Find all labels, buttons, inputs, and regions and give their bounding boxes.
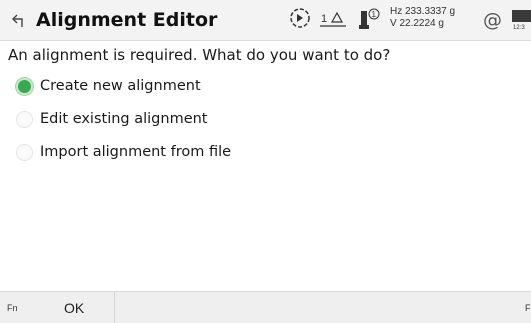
fn-key-left[interactable]: Fn	[7, 303, 18, 313]
option-create-new-alignment[interactable]: Create new alignment	[16, 74, 416, 100]
prism-icon[interactable]: 1	[320, 10, 348, 30]
target-search-icon[interactable]	[289, 7, 311, 29]
radio-button[interactable]	[16, 111, 33, 128]
option-label: Create new alignment	[40, 78, 201, 94]
ok-label: OK	[64, 300, 85, 316]
option-label: Import alignment from file	[40, 144, 232, 160]
option-label: Edit existing alignment	[40, 111, 208, 127]
option-edit-existing-alignment[interactable]: Edit existing alignment	[16, 107, 416, 133]
radio-button-selected[interactable]	[16, 78, 33, 95]
hz-angle: Hz 233.3337 g	[390, 6, 456, 17]
title-bar: Alignment Editor 1 1 Hz 233.3337 g V 22.…	[0, 0, 531, 41]
face-number: 1	[372, 10, 377, 19]
prompt-question: An alignment is required. What do you wa…	[8, 46, 391, 64]
instrument-face-icon[interactable]: 1	[356, 7, 382, 33]
at-icon[interactable]: @	[483, 9, 502, 31]
option-import-alignment-from-file[interactable]: Import alignment from file	[16, 140, 416, 166]
angle-readout: Hz 233.3337 g V 22.2224 g	[390, 6, 455, 30]
battery-icon	[512, 10, 531, 22]
back-icon[interactable]	[10, 11, 28, 29]
page-title: Alignment Editor	[36, 9, 218, 31]
v-angle: V 22.2224 g	[390, 18, 444, 29]
fn-key-right[interactable]: F	[525, 303, 531, 313]
radio-button[interactable]	[16, 144, 33, 161]
prism-constant: 1	[321, 13, 327, 25]
ok-button[interactable]: OK	[36, 292, 115, 323]
clock: 12:3	[513, 25, 525, 31]
softkey-bar: Fn OK F	[0, 291, 531, 323]
